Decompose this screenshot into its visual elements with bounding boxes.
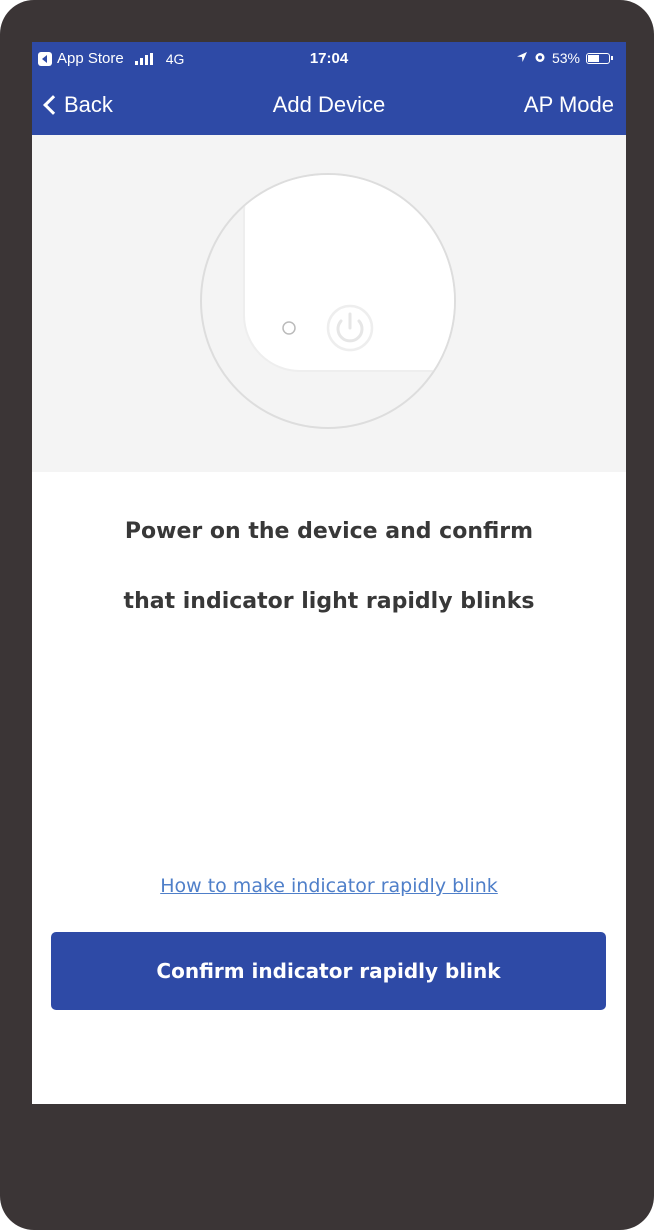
confirm-button[interactable]: Confirm indicator rapidly blink [51,932,606,1010]
battery-percent: 53% [551,50,580,66]
app-screen: App Store 4G 17:04 53% Back Add Device A… [32,42,626,1104]
instruction-line-1: Power on the device and confirm [124,519,534,544]
status-bar: App Store 4G 17:04 53% [32,42,626,76]
alarm-icon [534,50,546,66]
status-right: 53% [516,50,613,66]
navigation-bar: Back Add Device AP Mode [32,88,626,122]
instructions-text: Power on the device and confirm that ind… [32,497,626,637]
location-icon [516,50,528,66]
phone-frame: App Store 4G 17:04 53% Back Add Device A… [0,0,654,1230]
ap-mode-button[interactable]: AP Mode [524,92,614,118]
top-bar: App Store 4G 17:04 53% Back Add Device A… [32,42,626,135]
device-body [243,175,454,372]
device-illustration [32,135,626,472]
battery-icon [586,52,613,64]
instruction-line-2: that indicator light rapidly blinks [123,589,535,614]
device-illustration-graphic [200,173,456,429]
help-link[interactable]: How to make indicator rapidly blink [32,875,626,897]
